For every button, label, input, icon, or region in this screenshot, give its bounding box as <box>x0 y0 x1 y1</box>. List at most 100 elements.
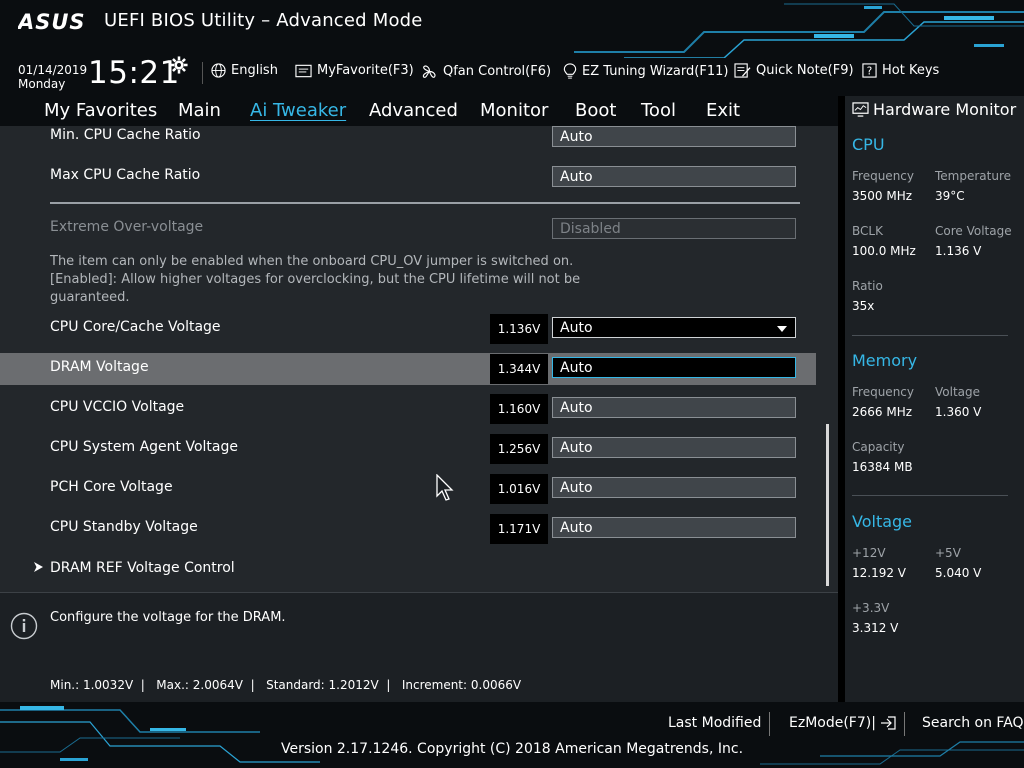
hw-label: Voltage <box>935 385 981 399</box>
help-line: guaranteed. <box>50 290 130 305</box>
memory-frequency-value: 2666 MHz <box>852 405 913 419</box>
cpu-frequency-value: 3500 MHz <box>852 189 913 203</box>
min-cpu-cache-ratio-field[interactable]: Auto <box>552 126 796 147</box>
footer-bar <box>0 702 1024 768</box>
qfan-label: Qfan Control(F6) <box>443 64 552 79</box>
memory-voltage-value: 1.360 V <box>935 405 982 419</box>
dram-voltage-field[interactable]: Auto <box>552 357 796 378</box>
submenu-arrow-icon <box>34 562 43 572</box>
overvoltage-help-text: The item can only be enabled when the on… <box>50 253 610 307</box>
tab-monitor[interactable]: Monitor <box>480 100 548 121</box>
setting-label-max-cpu-cache-ratio: Max CPU Cache Ratio <box>50 167 201 183</box>
cpu-system-agent-voltage-field[interactable]: Auto <box>552 437 796 458</box>
hw-label: Capacity <box>852 440 905 454</box>
myfavorite-button[interactable]: MyFavorite(F3) <box>295 63 414 78</box>
tab-my-favorites[interactable]: My Favorites <box>44 100 157 121</box>
monitor-icon <box>852 102 869 117</box>
help-question-icon: ? <box>862 63 877 78</box>
chevron-down-icon <box>777 326 787 332</box>
hw-label: Frequency <box>852 385 914 399</box>
setting-label-extreme-overvoltage: Extreme Over-voltage <box>50 219 204 235</box>
mouse-cursor-icon <box>436 474 454 501</box>
tab-exit[interactable]: Exit <box>706 100 740 121</box>
hw-divider <box>852 335 1008 336</box>
toolbar-divider <box>202 62 203 84</box>
help-line: The item can only be enabled when the on… <box>50 254 574 269</box>
setting-label-cpu-core-cache-voltage: CPU Core/Cache Voltage <box>50 319 221 335</box>
memory-capacity-value: 16384 MB <box>852 460 913 474</box>
pch-core-voltage-reading: 1.016V <box>490 474 548 504</box>
pch-core-voltage-field[interactable]: Auto <box>552 477 796 498</box>
cpu-core-cache-voltage-dropdown[interactable]: Auto <box>552 317 796 338</box>
hw-section-voltage: Voltage <box>852 512 913 531</box>
hardware-monitor-title: Hardware Monitor <box>873 100 1017 119</box>
help-line: [Enabled]: Allow higher voltages for ove… <box>50 272 581 287</box>
svg-text:ASUS: ASUS <box>18 10 86 33</box>
qfan-button[interactable]: Qfan Control(F6) <box>421 63 551 80</box>
setting-label-cpu-standby-voltage: CPU Standby Voltage <box>50 519 198 535</box>
cpu-ratio-value: 35x <box>852 299 875 313</box>
hw-label: Core Voltage <box>935 224 1012 238</box>
ez-tuning-button[interactable]: EZ Tuning Wizard(F11) <box>563 63 728 80</box>
dropdown-value: Auto <box>560 320 593 336</box>
cpu-bclk-value: 100.0 MHz <box>852 244 916 258</box>
clock-display: 15:21 <box>88 55 180 91</box>
footer-divider <box>904 712 905 736</box>
cpu-system-agent-voltage-reading: 1.256V <box>490 434 548 464</box>
fan-icon <box>422 65 436 78</box>
cpu-vccio-voltage-field[interactable]: Auto <box>552 397 796 418</box>
note-icon <box>734 63 751 78</box>
search-faq-button[interactable]: Search on FAQ <box>922 715 1024 731</box>
cpu-standby-voltage-field[interactable]: Auto <box>552 517 796 538</box>
myfavorite-label: MyFavorite(F3) <box>317 63 414 78</box>
day-display: Monday <box>18 77 66 91</box>
extreme-overvoltage-field: Disabled <box>552 218 796 239</box>
favorite-icon <box>295 64 312 77</box>
hw-label: +3.3V <box>852 601 890 615</box>
tab-boot[interactable]: Boot <box>575 100 616 121</box>
tab-main[interactable]: Main <box>178 100 221 121</box>
cpu-temperature-value: 39°C <box>935 189 965 203</box>
hw-label: Frequency <box>852 169 914 183</box>
circuit-decoration <box>0 706 1024 765</box>
last-modified-button[interactable]: Last Modified <box>668 715 761 731</box>
language-button[interactable]: English <box>211 63 278 78</box>
quick-note-button[interactable]: Quick Note(F9) <box>734 63 854 78</box>
language-label: English <box>231 63 278 78</box>
gear-icon[interactable] <box>170 56 188 74</box>
info-icon <box>10 612 38 640</box>
tab-advanced[interactable]: Advanced <box>369 100 458 121</box>
setting-label-cpu-system-agent-voltage: CPU System Agent Voltage <box>50 439 238 455</box>
submenu-dram-ref-voltage-control[interactable]: DRAM REF Voltage Control <box>50 560 235 576</box>
hw-section-cpu: CPU <box>852 135 885 154</box>
ezmode-button[interactable]: EzMode(F7)| <box>789 715 896 731</box>
hot-keys-button[interactable]: ? Hot Keys <box>862 63 939 78</box>
hw-label: Temperature <box>935 169 1012 183</box>
item-description: Configure the voltage for the DRAM. <box>50 610 286 625</box>
voltage-range-info: Min.: 1.0032V | Max.: 2.0064V | Standard… <box>50 678 522 692</box>
cpu-standby-voltage-reading: 1.171V <box>490 514 548 544</box>
dram-voltage-reading: 1.344V <box>490 354 548 384</box>
quick-note-label: Quick Note(F9) <box>756 63 854 78</box>
tab-ai-tweaker[interactable]: Ai Tweaker <box>250 100 346 121</box>
svg-text:?: ? <box>867 65 872 77</box>
hw-label: BCLK <box>852 224 883 238</box>
hw-divider <box>852 495 1008 496</box>
date-display: 01/14/2019 <box>18 63 88 77</box>
setting-label-pch-core-voltage: PCH Core Voltage <box>50 479 173 495</box>
circuit-decoration <box>574 3 1024 58</box>
hw-label: Ratio <box>852 279 883 293</box>
hw-label: +5V <box>935 546 961 560</box>
hw-label: +12V <box>852 546 886 560</box>
max-cpu-cache-ratio-field[interactable]: Auto <box>552 166 796 187</box>
setting-label-min-cpu-cache-ratio: Min. CPU Cache Ratio <box>50 127 201 143</box>
tab-tool[interactable]: Tool <box>641 100 676 121</box>
setting-label-dram-voltage: DRAM Voltage <box>50 359 149 375</box>
hot-keys-label: Hot Keys <box>882 63 940 78</box>
globe-icon <box>211 63 226 78</box>
voltage-12v-value: 12.192 V <box>852 566 907 580</box>
cpu-vccio-voltage-reading: 1.160V <box>490 394 548 424</box>
section-divider <box>50 202 800 204</box>
ez-tuning-label: EZ Tuning Wizard(F11) <box>582 64 729 79</box>
scrollbar[interactable] <box>826 424 829 586</box>
